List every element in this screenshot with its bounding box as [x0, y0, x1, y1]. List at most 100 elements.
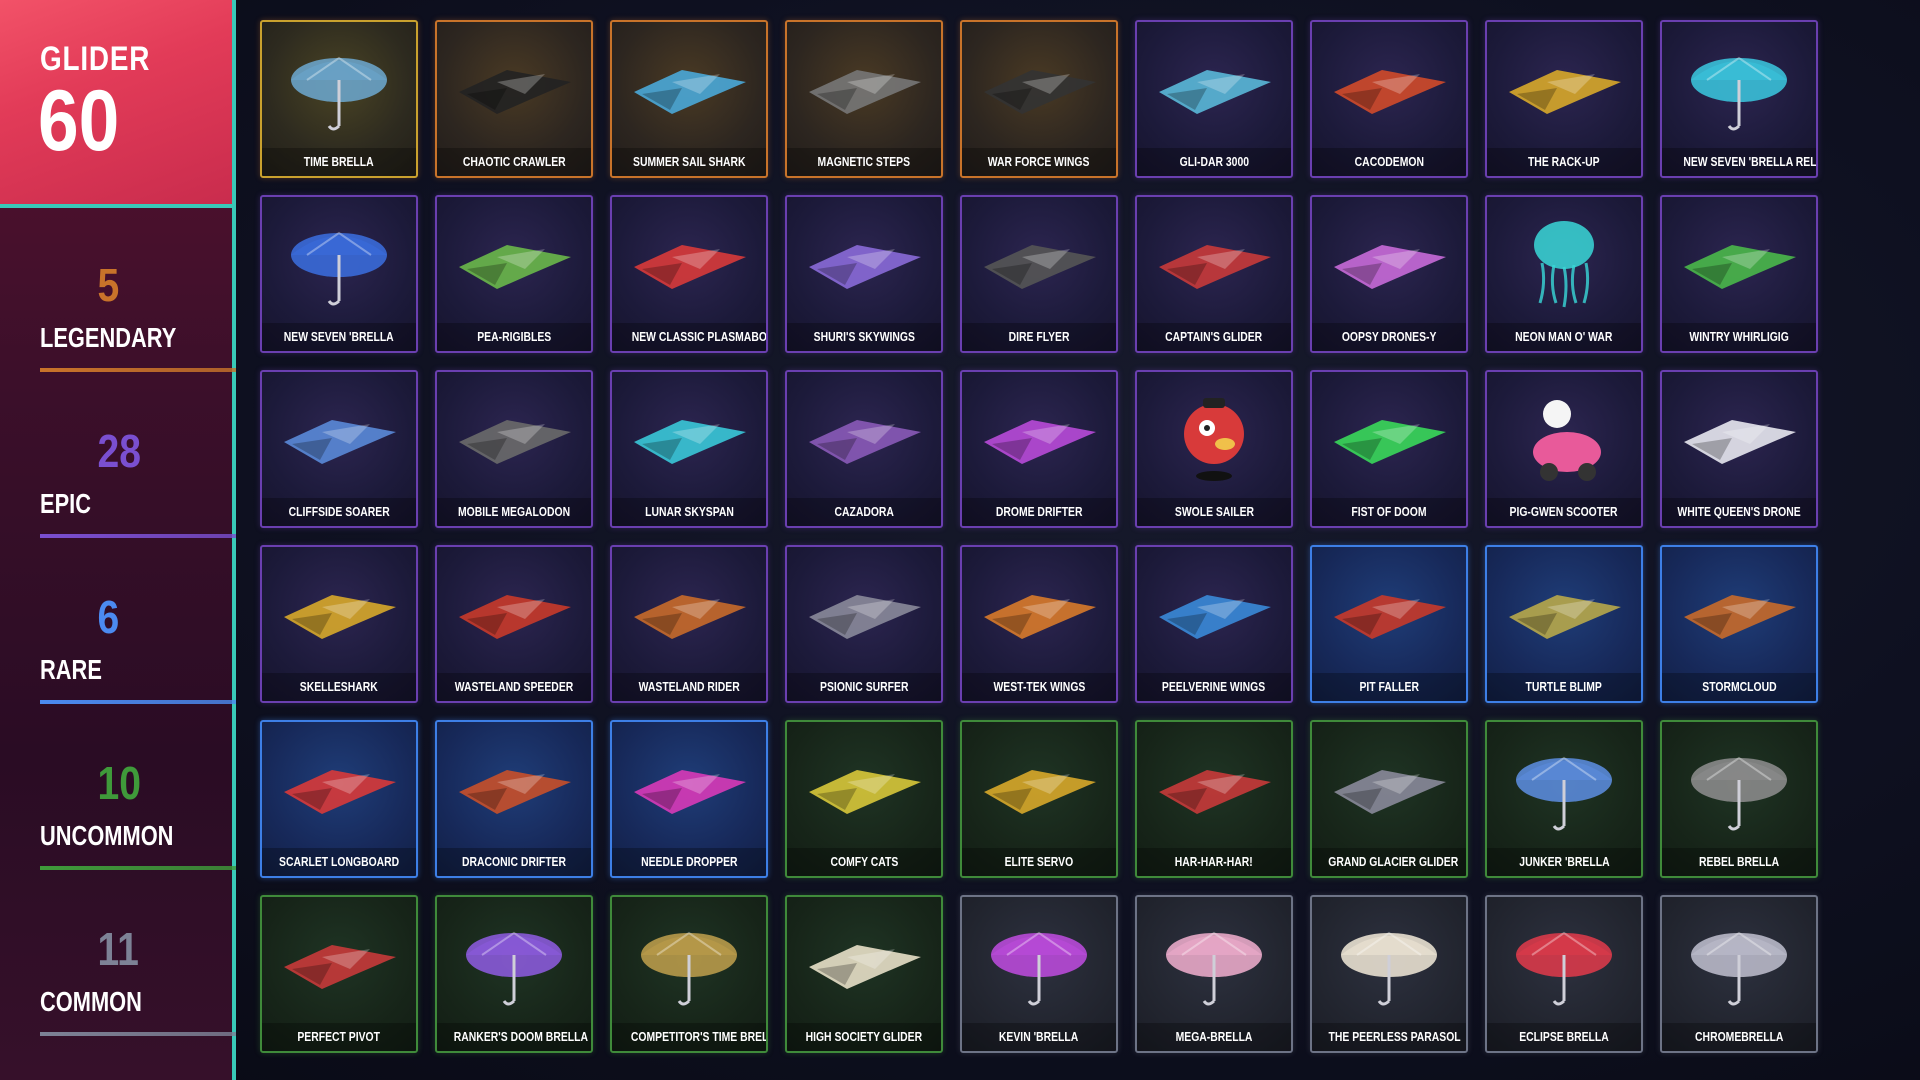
- servo-glider-icon: [984, 770, 1096, 814]
- rarity-divider: [40, 1032, 236, 1036]
- glider-tile-draconic-drifter[interactable]: DRACONIC DRIFTER: [435, 720, 593, 878]
- glider-tile-chaotic-crawler[interactable]: CHAOTIC CRAWLER: [435, 20, 593, 178]
- glider-tile-kevin-brella[interactable]: KEVIN 'BRELLA: [960, 895, 1118, 1053]
- skyspan-glider-icon: [634, 420, 746, 464]
- glider-name: WASTELAND RIDER: [638, 679, 740, 694]
- glider-tile-captain-s-glider[interactable]: CAPTAIN'S GLIDER: [1135, 195, 1293, 353]
- umbrella-glider-icon: [466, 931, 562, 1006]
- glider-tile-ranker-s-doom-brella[interactable]: RANKER'S DOOM BRELLA: [435, 895, 593, 1053]
- glider-name-label: TIME BRELLA: [262, 148, 416, 176]
- glider-tile-the-rack-up[interactable]: THE RACK-UP: [1485, 20, 1643, 178]
- glider-name-label: THE RACK-UP: [1487, 148, 1641, 176]
- glider-name-label: PIT FALLER: [1312, 673, 1466, 701]
- glider-tile-stormcloud[interactable]: STORMCLOUD: [1660, 545, 1818, 703]
- glider-tile-turtle-blimp[interactable]: TURTLE BLIMP: [1485, 545, 1643, 703]
- glider-name: THE RACK-UP: [1528, 154, 1600, 169]
- glider-name-label: COMFY CATS: [787, 848, 941, 876]
- glider-tile-oopsy-drones-y[interactable]: OOPSY DRONES-Y: [1310, 195, 1468, 353]
- glider-name: CAZADORA: [834, 504, 894, 519]
- glider-name: ELITE SERVO: [1004, 854, 1074, 869]
- glacier-glider-icon: [1334, 770, 1446, 814]
- glider-name-label: JUNKER 'BRELLA: [1487, 848, 1641, 876]
- rarity-label: EPIC: [40, 488, 91, 519]
- glider-tile-summer-sail-shark[interactable]: SUMMER SAIL SHARK: [610, 20, 768, 178]
- glider-tile-war-force-wings[interactable]: WAR FORCE WINGS: [960, 20, 1118, 178]
- glider-tile-pea-rigibles[interactable]: PEA-RIGIBLES: [435, 195, 593, 353]
- umbrella-glider-icon: [1516, 931, 1612, 1006]
- glider-tile-rebel-brella[interactable]: REBEL BRELLA: [1660, 720, 1818, 878]
- rarity-label: LEGENDARY: [40, 322, 177, 353]
- glider-tile-mega-brella[interactable]: MEGA-BRELLA: [1135, 895, 1293, 1053]
- glider-tile-new-seven-brella-reloaded[interactable]: NEW SEVEN 'BRELLA RELOADED: [1660, 20, 1818, 178]
- glider-name-label: CLIFFSIDE SOARER: [262, 498, 416, 526]
- rack-up-glider-icon: [1509, 70, 1621, 114]
- glider-tile-peelverine-wings[interactable]: PEELVERINE WINGS: [1135, 545, 1293, 703]
- total-count-panel: GLIDER 60: [0, 0, 232, 208]
- glider-tile-high-society-glider[interactable]: HIGH SOCIETY GLIDER: [785, 895, 943, 1053]
- rarity-count: 10: [97, 757, 141, 809]
- glider-tile-skelleshark[interactable]: SKELLESHARK: [260, 545, 418, 703]
- glider-tile-har-har-har[interactable]: HAR-HAR-HAR!: [1135, 720, 1293, 878]
- megalodon-glider-icon: [459, 420, 571, 464]
- glider-tile-lunar-skyspan[interactable]: LUNAR SKYSPAN: [610, 370, 768, 528]
- glider-tile-psionic-surfer[interactable]: PSIONIC SURFER: [785, 545, 943, 703]
- glider-name-label: CHROMEBRELLA: [1662, 1023, 1816, 1051]
- glider-name-label: RANKER'S DOOM BRELLA: [437, 1023, 591, 1051]
- glider-tile-cazadora[interactable]: CAZADORA: [785, 370, 943, 528]
- glider-tile-new-seven-brella[interactable]: NEW SEVEN 'BRELLA: [260, 195, 418, 353]
- glider-tile-white-queen-s-drone[interactable]: WHITE QUEEN'S DRONE: [1660, 370, 1818, 528]
- glider-tile-cliffside-soarer[interactable]: CLIFFSIDE SOARER: [260, 370, 418, 528]
- glider-tile-eclipse-brella[interactable]: ECLIPSE BRELLA: [1485, 895, 1643, 1053]
- glider-tile-perfect-pivot[interactable]: PERFECT PIVOT: [260, 895, 418, 1053]
- rarity-stat-legendary: 5 LEGENDARY: [40, 262, 236, 402]
- glider-name: KEVIN 'BRELLA: [999, 1029, 1079, 1044]
- har-glider-icon: [1159, 770, 1271, 814]
- rarity-count: 6: [97, 591, 120, 643]
- glider-tile-pig-gwen-scooter[interactable]: PIG-GWEN SCOOTER: [1485, 370, 1643, 528]
- glider-tile-gli-dar-3000[interactable]: GLI-DAR 3000: [1135, 20, 1293, 178]
- glider-tile-competitor-s-time-brella[interactable]: COMPETITOR'S TIME BRELLA: [610, 895, 768, 1053]
- glider-tile-pit-faller[interactable]: PIT FALLER: [1310, 545, 1468, 703]
- rarity-count: 28: [97, 425, 141, 477]
- rarity-stat-common: 11 COMMON: [40, 926, 236, 1066]
- cacodemon-glider-icon: [1334, 70, 1446, 114]
- glider-tile-cacodemon[interactable]: CACODEMON: [1310, 20, 1468, 178]
- glider-tile-time-brella[interactable]: TIME BRELLA: [260, 20, 418, 178]
- glider-tile-wintry-whirligig[interactable]: WINTRY WHIRLIGIG: [1660, 195, 1818, 353]
- rarity-label: COMMON: [40, 986, 142, 1017]
- glider-name-label: GLI-DAR 3000: [1137, 148, 1291, 176]
- glider-tile-new-classic-plasmaboard[interactable]: NEW CLASSIC PLASMABOARD: [610, 195, 768, 353]
- glider-tile-grand-glacier-glider[interactable]: GRAND GLACIER GLIDER: [1310, 720, 1468, 878]
- glider-tile-neon-man-o-war[interactable]: NEON MAN O' WAR: [1485, 195, 1643, 353]
- glider-tile-dire-flyer[interactable]: DIRE FLYER: [960, 195, 1118, 353]
- glider-tile-wasteland-rider[interactable]: WASTELAND RIDER: [610, 545, 768, 703]
- glider-name-label: TURTLE BLIMP: [1487, 673, 1641, 701]
- plasmaboard-glider-icon: [634, 245, 746, 289]
- glider-tile-chromebrella[interactable]: CHROMEBRELLA: [1660, 895, 1818, 1053]
- glider-tile-mobile-megalodon[interactable]: MOBILE MEGALODON: [435, 370, 593, 528]
- glider-tile-the-peerless-parasol[interactable]: THE PEERLESS PARASOL: [1310, 895, 1468, 1053]
- glider-tile-swole-sailer[interactable]: SWOLE SAILER: [1135, 370, 1293, 528]
- glider-tile-wasteland-speeder[interactable]: WASTELAND SPEEDER: [435, 545, 593, 703]
- glider-tile-shuri-s-skywings[interactable]: SHURI'S SKYWINGS: [785, 195, 943, 353]
- glider-name-label: DIRE FLYER: [962, 323, 1116, 351]
- speeder-glider-icon: [459, 595, 571, 639]
- glider-tile-comfy-cats[interactable]: COMFY CATS: [785, 720, 943, 878]
- glider-tile-junker-brella[interactable]: JUNKER 'BRELLA: [1485, 720, 1643, 878]
- glider-tile-fist-of-doom[interactable]: FIST OF DOOM: [1310, 370, 1468, 528]
- glider-name: TURTLE BLIMP: [1525, 679, 1603, 694]
- glider-tile-scarlet-longboard[interactable]: SCARLET LONGBOARD: [260, 720, 418, 878]
- whirligig-glider-icon: [1684, 245, 1796, 289]
- glider-tile-needle-dropper[interactable]: NEEDLE DROPPER: [610, 720, 768, 878]
- glider-tile-west-tek-wings[interactable]: WEST-TEK WINGS: [960, 545, 1118, 703]
- stormcloud-glider-icon: [1684, 595, 1796, 639]
- west-tek-glider-icon: [984, 595, 1096, 639]
- umbrella-glider-icon: [291, 231, 387, 306]
- glider-tile-elite-servo[interactable]: ELITE SERVO: [960, 720, 1118, 878]
- rarity-divider: [40, 534, 236, 538]
- glider-grid: TIME BRELLA CHAOTIC CRAWLER SUMMER SAIL …: [260, 20, 1820, 1060]
- glider-name: HIGH SOCIETY GLIDER: [805, 1029, 923, 1044]
- glider-tile-magnetic-steps[interactable]: MAGNETIC STEPS: [785, 20, 943, 178]
- glider-tile-drome-drifter[interactable]: DROME DRIFTER: [960, 370, 1118, 528]
- glider-name: CHAOTIC CRAWLER: [462, 154, 566, 169]
